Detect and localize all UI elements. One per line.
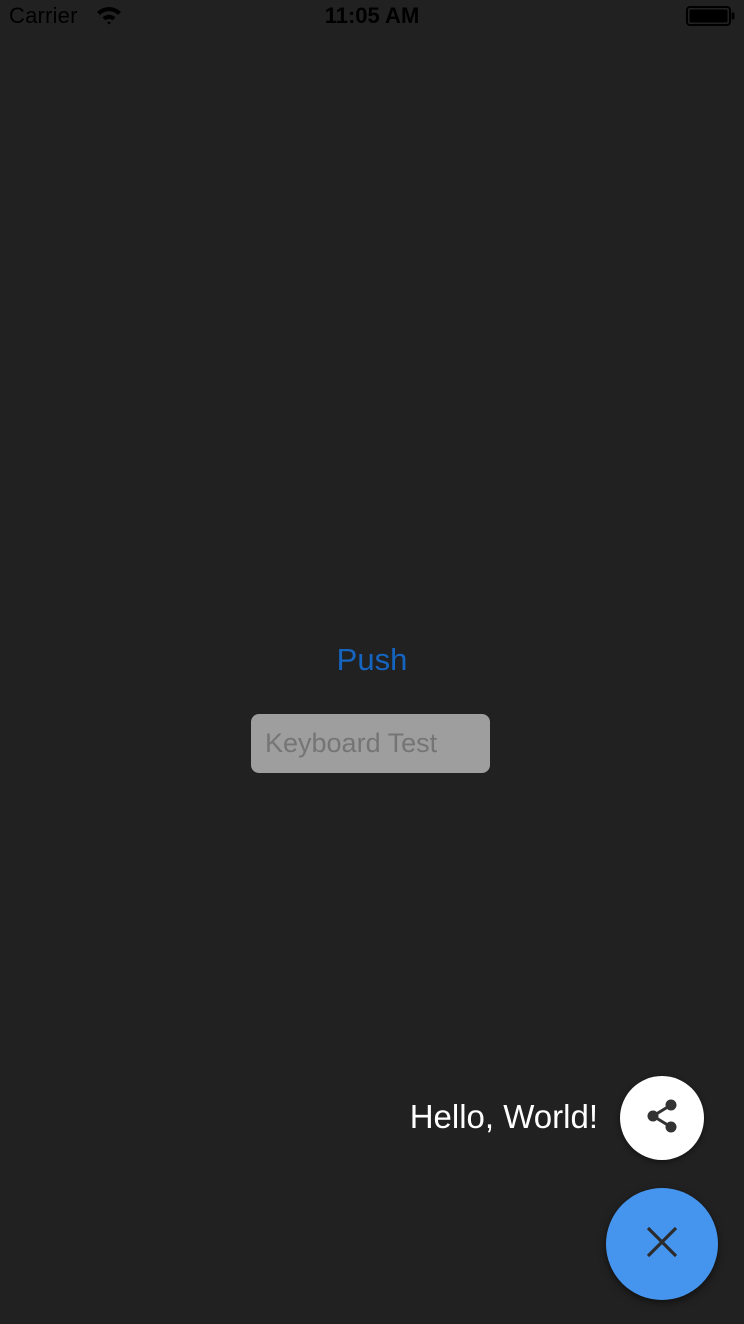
share-icon [645, 1098, 679, 1139]
keyboard-test-input[interactable] [251, 714, 490, 773]
share-fab-label: Hello, World! [409, 1098, 598, 1135]
share-fab-button[interactable] [620, 1076, 704, 1160]
close-icon [645, 1225, 679, 1264]
status-bar: Carrier 11:05 AM [0, 0, 744, 40]
close-fab-button[interactable] [606, 1188, 718, 1300]
battery-full-icon [686, 6, 736, 26]
push-button[interactable]: Push [0, 642, 744, 678]
status-time: 11:05 AM [324, 3, 420, 28]
